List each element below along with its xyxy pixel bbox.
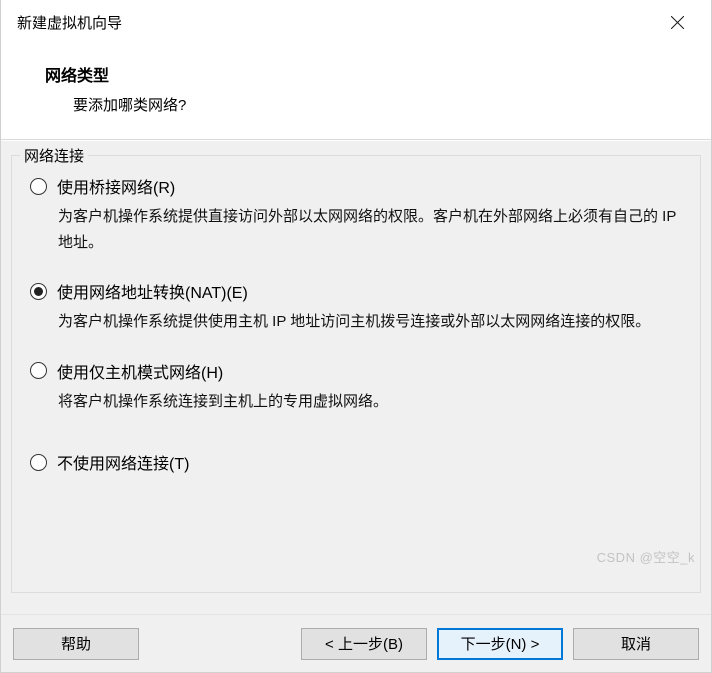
option-none: 不使用网络连接(T) [26, 450, 686, 474]
option-hostonly: 使用仅主机模式网络(H) 将客户机操作系统连接到主机上的专用虚拟网络。 [26, 359, 686, 415]
close-button[interactable] [657, 5, 697, 39]
help-button[interactable]: 帮助 [13, 628, 139, 660]
option-label: 使用桥接网络(R) [57, 174, 175, 198]
radio-icon [30, 454, 47, 471]
option-desc: 将客户机操作系统连接到主机上的专用虚拟网络。 [30, 389, 686, 415]
page-subtitle: 要添加哪类网络? [45, 94, 691, 115]
option-label: 使用仅主机模式网络(H) [57, 359, 223, 383]
option-desc: 为客户机操作系统提供直接访问外部以太网网络的权限。客户机在外部网络上必须有自己的… [30, 204, 686, 255]
wizard-header: 网络类型 要添加哪类网络? [1, 44, 711, 140]
radio-icon [30, 283, 47, 300]
window-title: 新建虚拟机向导 [17, 12, 122, 33]
option-desc: 为客户机操作系统提供使用主机 IP 地址访问主机拨号连接或外部以太网网络连接的权… [30, 309, 686, 335]
radio-hostonly[interactable]: 使用仅主机模式网络(H) [30, 359, 686, 383]
close-icon [671, 16, 684, 29]
radio-nat[interactable]: 使用网络地址转换(NAT)(E) [30, 279, 686, 303]
network-connection-group: 网络连接 使用桥接网络(R) 为客户机操作系统提供直接访问外部以太网网络的权限。… [11, 155, 701, 593]
option-label: 不使用网络连接(T) [57, 450, 189, 474]
radio-icon [30, 178, 47, 195]
wizard-footer: 帮助 < 上一步(B) 下一步(N) > 取消 [1, 614, 711, 672]
option-bridged: 使用桥接网络(R) 为客户机操作系统提供直接访问外部以太网网络的权限。客户机在外… [26, 174, 686, 255]
option-label: 使用网络地址转换(NAT)(E) [57, 279, 248, 303]
radio-icon [30, 362, 47, 379]
next-button[interactable]: 下一步(N) > [437, 628, 563, 660]
option-nat: 使用网络地址转换(NAT)(E) 为客户机操作系统提供使用主机 IP 地址访问主… [26, 279, 686, 335]
group-legend: 网络连接 [20, 145, 88, 166]
radio-bridged[interactable]: 使用桥接网络(R) [30, 174, 686, 198]
back-button[interactable]: < 上一步(B) [301, 628, 427, 660]
titlebar: 新建虚拟机向导 [1, 0, 711, 44]
page-title: 网络类型 [45, 62, 691, 86]
wizard-body: 网络连接 使用桥接网络(R) 为客户机操作系统提供直接访问外部以太网网络的权限。… [1, 140, 711, 614]
wizard-dialog: 新建虚拟机向导 网络类型 要添加哪类网络? 网络连接 使用桥接网络(R) 为客户… [0, 0, 712, 673]
cancel-button[interactable]: 取消 [573, 628, 699, 660]
radio-none[interactable]: 不使用网络连接(T) [30, 450, 686, 474]
